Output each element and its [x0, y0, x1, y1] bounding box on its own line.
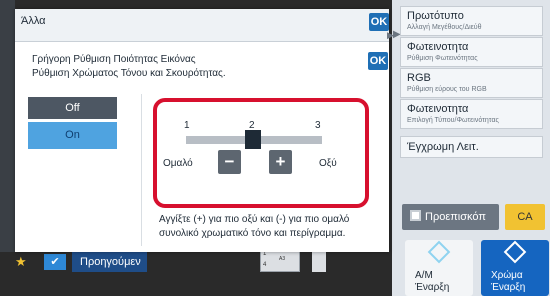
- clear-all-button[interactable]: CA: [505, 204, 545, 230]
- soft-label: Ομαλό: [163, 158, 193, 169]
- preview-button[interactable]: Προεπισκόπ: [402, 204, 499, 230]
- color-start-line2: Έναρξη: [491, 282, 526, 293]
- menu-item-sub: Ρύθμιση εύρους του RGB: [407, 86, 487, 93]
- color-start-button[interactable]: Χρώμα Έναρξη: [481, 240, 549, 296]
- checkmark-icon[interactable]: ✔: [44, 254, 66, 270]
- bw-start-line2: Έναρξη: [415, 282, 450, 293]
- divider: [141, 94, 142, 246]
- menu-item-original[interactable]: Πρωτότυπο Αλλαγή Μεγέθους/Διεύθ: [400, 6, 543, 36]
- help-text: Αγγίξτε (+) για πιο οξύ και (-) για πιο …: [159, 213, 391, 241]
- inner-ok-button[interactable]: OK: [368, 52, 388, 70]
- menu-item-title: Φωτεινοτητα: [407, 103, 469, 115]
- help-line2: συνολικό χρωματικό τόνο και περίγραμμα.: [159, 228, 346, 239]
- preview-label: Προεπισκόπ: [425, 211, 486, 223]
- outer-ok-button[interactable]: OK: [369, 13, 389, 31]
- decrease-button[interactable]: −: [218, 150, 241, 174]
- start-diamond-icon: [427, 240, 451, 264]
- sharpness-control: 1 2 3 Ομαλό − + Οξύ: [153, 98, 369, 208]
- start-diamond-icon: [503, 240, 527, 264]
- previous-button[interactable]: Προηγούμεν: [72, 252, 147, 272]
- bw-start-button[interactable]: A/M Έναρξη: [405, 240, 473, 296]
- inner-dialog-title: Γρήγορη Ρύθμιση Ποιότητας Εικόνας Ρύθμισ…: [32, 53, 226, 81]
- menu-item-title: Φωτεινοτητα: [407, 41, 469, 53]
- dialog-title: Άλλα: [21, 15, 46, 27]
- menu-item-sub: Επιλογή Τύπου/Φωτεινότητας: [407, 117, 499, 124]
- increase-button[interactable]: +: [269, 150, 292, 174]
- inner-title-line1: Γρήγορη Ρύθμιση Ποιότητας Εικόνας: [32, 54, 196, 65]
- sharpness-slider-thumb[interactable]: [245, 130, 261, 149]
- menu-item-title: RGB: [407, 72, 431, 84]
- option-on-button[interactable]: On: [28, 122, 117, 149]
- option-off-button[interactable]: Off: [28, 97, 117, 119]
- scale-label-3: 3: [315, 120, 321, 131]
- tray-edge: [312, 252, 326, 272]
- menu-item-sub: Αλλαγή Μεγέθους/Διεύθ: [407, 24, 482, 31]
- bw-start-line1: A/M: [415, 270, 433, 281]
- preview-icon: [410, 210, 421, 221]
- background-edge: [0, 0, 15, 252]
- color-mode-button[interactable]: Έγχρωμη Λειτ.: [400, 136, 543, 158]
- quick-quality-dialog: Γρήγορη Ρύθμιση Ποιότητας Εικόνας Ρύθμισ…: [15, 41, 389, 252]
- menu-item-exposure-type[interactable]: Φωτεινοτητα Επιλογή Τύπου/Φωτεινότητας: [400, 99, 543, 129]
- tray-size: A3: [279, 256, 286, 262]
- panel-arrow-icon[interactable]: ▶: [387, 30, 394, 41]
- color-start-label: Χρώμα Έναρξη: [491, 270, 525, 294]
- color-start-line1: Χρώμα: [491, 270, 523, 281]
- inner-title-line2: Ρύθμιση Χρώματος Τόνου και Σκουρότητας.: [32, 68, 226, 79]
- bw-start-label: A/M Έναρξη: [415, 270, 449, 294]
- scale-label-1: 1: [184, 120, 190, 131]
- menu-item-sub: Ρύθμιση Φωτεινότητας: [407, 55, 478, 62]
- sharp-label: Οξύ: [319, 158, 337, 169]
- menu-item-rgb[interactable]: RGB Ρύθμιση εύρους του RGB: [400, 68, 543, 98]
- menu-item-exposure[interactable]: Φωτεινοτητα Ρύθμιση Φωτεινότητας: [400, 37, 543, 67]
- tray-number: 4: [263, 262, 267, 268]
- star-icon[interactable]: ★: [15, 254, 27, 270]
- menu-item-title: Πρωτότυπο: [407, 10, 464, 22]
- help-line1: Αγγίξτε (+) για πιο οξύ και (-) για πιο …: [159, 214, 350, 225]
